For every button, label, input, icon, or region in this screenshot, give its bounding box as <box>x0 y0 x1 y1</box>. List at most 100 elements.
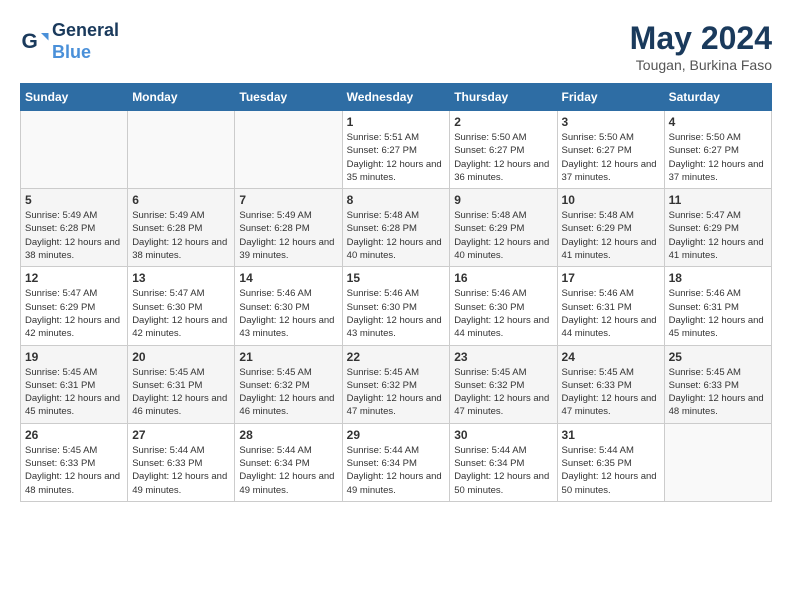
day-info: Sunrise: 5:48 AMSunset: 6:28 PMDaylight:… <box>347 209 446 262</box>
day-info: Sunrise: 5:50 AMSunset: 6:27 PMDaylight:… <box>454 131 552 184</box>
day-info: Sunrise: 5:45 AMSunset: 6:33 PMDaylight:… <box>562 366 660 419</box>
day-info: Sunrise: 5:51 AMSunset: 6:27 PMDaylight:… <box>347 131 446 184</box>
day-number: 1 <box>347 115 446 129</box>
calendar-cell: 27Sunrise: 5:44 AMSunset: 6:33 PMDayligh… <box>128 423 235 501</box>
calendar-cell: 18 Sunrise: 5:46 AMSunset: 6:31 PMDayligh… <box>664 267 771 345</box>
calendar-cell: 4 Sunrise: 5:50 AMSunset: 6:27 PMDaylight… <box>664 111 771 189</box>
day-info: Sunrise: 5:49 AMSunset: 6:28 PMDaylight:… <box>239 209 337 262</box>
calendar-header-tuesday: Tuesday <box>235 84 342 111</box>
calendar-header-sunday: Sunday <box>21 84 128 111</box>
calendar-cell: 14Sunrise: 5:46 AMSunset: 6:30 PMDayligh… <box>235 267 342 345</box>
day-number: 6 <box>132 193 230 207</box>
calendar-week-1: 1 Sunrise: 5:51 AMSunset: 6:27 PMDaylight… <box>21 111 772 189</box>
day-info: Sunrise: 5:47 AMSunset: 6:30 PMDaylight:… <box>132 287 230 340</box>
calendar-header-row: SundayMondayTuesdayWednesdayThursdayFrid… <box>21 84 772 111</box>
logo-text: General Blue <box>52 20 119 63</box>
day-number: 5 <box>25 193 123 207</box>
day-number: 24 <box>562 350 660 364</box>
calendar-cell: 22Sunrise: 5:45 AMSunset: 6:32 PMDayligh… <box>342 345 450 423</box>
day-number: 30 <box>454 428 552 442</box>
calendar-cell: 11 Sunrise: 5:47 AMSunset: 6:29 PMDayligh… <box>664 189 771 267</box>
calendar-cell: 24 Sunrise: 5:45 AMSunset: 6:33 PMDayligh… <box>557 345 664 423</box>
day-number: 3 <box>562 115 660 129</box>
calendar-cell: 3 Sunrise: 5:50 AMSunset: 6:27 PMDaylight… <box>557 111 664 189</box>
day-info: Sunrise: 5:45 AMSunset: 6:31 PMDaylight:… <box>132 366 230 419</box>
day-number: 25 <box>669 350 767 364</box>
day-number: 16 <box>454 271 552 285</box>
calendar-cell: 8 Sunrise: 5:48 AMSunset: 6:28 PMDaylight… <box>342 189 450 267</box>
calendar-table: SundayMondayTuesdayWednesdayThursdayFrid… <box>20 83 772 502</box>
calendar-week-2: 5 Sunrise: 5:49 AMSunset: 6:28 PMDaylight… <box>21 189 772 267</box>
calendar-cell: 6 Sunrise: 5:49 AMSunset: 6:28 PMDaylight… <box>128 189 235 267</box>
day-number: 29 <box>347 428 446 442</box>
day-number: 20 <box>132 350 230 364</box>
day-number: 31 <box>562 428 660 442</box>
day-number: 18 <box>669 271 767 285</box>
calendar-cell: 19 Sunrise: 5:45 AMSunset: 6:31 PMDayligh… <box>21 345 128 423</box>
day-info: Sunrise: 5:47 AMSunset: 6:29 PMDaylight:… <box>669 209 767 262</box>
calendar-cell: 16 Sunrise: 5:46 AMSunset: 6:30 PMDayligh… <box>450 267 557 345</box>
day-info: Sunrise: 5:50 AMSunset: 6:27 PMDaylight:… <box>669 131 767 184</box>
day-info: Sunrise: 5:45 AMSunset: 6:32 PMDaylight:… <box>454 366 552 419</box>
day-number: 17 <box>562 271 660 285</box>
calendar-cell: 26 Sunrise: 5:45 AMSunset: 6:33 PMDayligh… <box>21 423 128 501</box>
day-info: Sunrise: 5:45 AMSunset: 6:31 PMDaylight:… <box>25 366 123 419</box>
day-number: 26 <box>25 428 123 442</box>
day-info: Sunrise: 5:44 AMSunset: 6:35 PMDaylight:… <box>562 444 660 497</box>
svg-text:G: G <box>22 30 38 53</box>
day-info: Sunrise: 5:45 AMSunset: 6:33 PMDaylight:… <box>25 444 123 497</box>
day-number: 10 <box>562 193 660 207</box>
title-block: May 2024 Tougan, Burkina Faso <box>630 20 772 73</box>
calendar-cell: 1 Sunrise: 5:51 AMSunset: 6:27 PMDaylight… <box>342 111 450 189</box>
calendar-cell: 21Sunrise: 5:45 AMSunset: 6:32 PMDayligh… <box>235 345 342 423</box>
day-info: Sunrise: 5:44 AMSunset: 6:34 PMDaylight:… <box>239 444 337 497</box>
page-header: G General Blue May 2024 Tougan, Burkina … <box>20 20 772 73</box>
calendar-cell: 15Sunrise: 5:46 AMSunset: 6:30 PMDayligh… <box>342 267 450 345</box>
calendar-header-thursday: Thursday <box>450 84 557 111</box>
day-number: 19 <box>25 350 123 364</box>
calendar-cell: 12 Sunrise: 5:47 AMSunset: 6:29 PMDayligh… <box>21 267 128 345</box>
calendar-week-5: 26 Sunrise: 5:45 AMSunset: 6:33 PMDayligh… <box>21 423 772 501</box>
calendar-header-friday: Friday <box>557 84 664 111</box>
calendar-cell <box>235 111 342 189</box>
calendar-cell: 7Sunrise: 5:49 AMSunset: 6:28 PMDaylight… <box>235 189 342 267</box>
calendar-week-3: 12 Sunrise: 5:47 AMSunset: 6:29 PMDayligh… <box>21 267 772 345</box>
day-info: Sunrise: 5:46 AMSunset: 6:31 PMDaylight:… <box>669 287 767 340</box>
calendar-header-saturday: Saturday <box>664 84 771 111</box>
day-number: 8 <box>347 193 446 207</box>
calendar-cell <box>664 423 771 501</box>
day-info: Sunrise: 5:46 AMSunset: 6:30 PMDaylight:… <box>239 287 337 340</box>
day-info: Sunrise: 5:49 AMSunset: 6:28 PMDaylight:… <box>132 209 230 262</box>
calendar-cell: 20 Sunrise: 5:45 AMSunset: 6:31 PMDayligh… <box>128 345 235 423</box>
day-number: 12 <box>25 271 123 285</box>
day-number: 15 <box>347 271 446 285</box>
calendar-header-monday: Monday <box>128 84 235 111</box>
logo: G General Blue <box>20 20 119 63</box>
day-number: 13 <box>132 271 230 285</box>
day-number: 2 <box>454 115 552 129</box>
day-info: Sunrise: 5:46 AMSunset: 6:30 PMDaylight:… <box>454 287 552 340</box>
calendar-cell: 31 Sunrise: 5:44 AMSunset: 6:35 PMDayligh… <box>557 423 664 501</box>
day-info: Sunrise: 5:44 AMSunset: 6:34 PMDaylight:… <box>347 444 446 497</box>
calendar-cell: 30 Sunrise: 5:44 AMSunset: 6:34 PMDayligh… <box>450 423 557 501</box>
day-info: Sunrise: 5:49 AMSunset: 6:28 PMDaylight:… <box>25 209 123 262</box>
calendar-cell <box>21 111 128 189</box>
day-number: 11 <box>669 193 767 207</box>
calendar-cell: 17Sunrise: 5:46 AMSunset: 6:31 PMDayligh… <box>557 267 664 345</box>
day-number: 4 <box>669 115 767 129</box>
day-number: 23 <box>454 350 552 364</box>
day-info: Sunrise: 5:48 AMSunset: 6:29 PMDaylight:… <box>454 209 552 262</box>
calendar-cell: 28Sunrise: 5:44 AMSunset: 6:34 PMDayligh… <box>235 423 342 501</box>
location: Tougan, Burkina Faso <box>630 57 772 73</box>
day-info: Sunrise: 5:50 AMSunset: 6:27 PMDaylight:… <box>562 131 660 184</box>
day-info: Sunrise: 5:44 AMSunset: 6:34 PMDaylight:… <box>454 444 552 497</box>
calendar-cell: 5 Sunrise: 5:49 AMSunset: 6:28 PMDaylight… <box>21 189 128 267</box>
calendar-cell <box>128 111 235 189</box>
day-info: Sunrise: 5:47 AMSunset: 6:29 PMDaylight:… <box>25 287 123 340</box>
day-info: Sunrise: 5:48 AMSunset: 6:29 PMDaylight:… <box>562 209 660 262</box>
calendar-cell: 29 Sunrise: 5:44 AMSunset: 6:34 PMDayligh… <box>342 423 450 501</box>
day-number: 22 <box>347 350 446 364</box>
calendar-header-wednesday: Wednesday <box>342 84 450 111</box>
day-info: Sunrise: 5:45 AMSunset: 6:32 PMDaylight:… <box>239 366 337 419</box>
day-info: Sunrise: 5:44 AMSunset: 6:33 PMDaylight:… <box>132 444 230 497</box>
